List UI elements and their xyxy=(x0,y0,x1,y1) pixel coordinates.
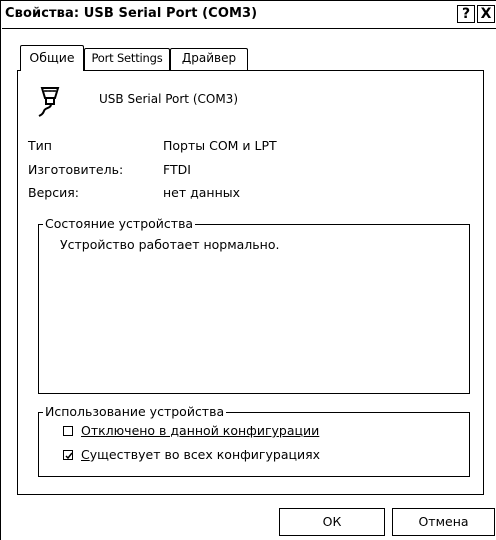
disabled-config-label: Отключено в данной конфигурации xyxy=(81,423,320,438)
device-usage-caption: Использование устройства xyxy=(43,404,227,420)
all-configs-checkbox[interactable] xyxy=(63,450,73,460)
all-configs-label-rest: уществует во всех конфигурациях xyxy=(89,447,321,462)
property-row: Тип Порты COM и LPT xyxy=(28,138,458,162)
property-value: Порты COM и LPT xyxy=(163,138,277,153)
property-value: нет данных xyxy=(163,185,241,200)
ok-button[interactable]: ОК xyxy=(279,508,385,536)
all-configs-label: Существует во всех конфигурациях xyxy=(81,447,320,463)
tab-general[interactable]: Общие xyxy=(20,45,84,71)
property-row: Версия: нет данных xyxy=(28,185,458,209)
tab-driver[interactable]: Драйвер xyxy=(170,48,248,70)
property-label: Изготовитель: xyxy=(28,161,124,177)
serial-port-icon xyxy=(38,87,60,117)
cancel-button[interactable]: Отмена xyxy=(392,508,495,536)
title-bar[interactable]: Свойства: USB Serial Port (COM3) ? X xyxy=(2,2,496,29)
properties-dialog: Свойства: USB Serial Port (COM3) ? X Общ… xyxy=(0,0,496,540)
help-button[interactable]: ? xyxy=(457,5,475,23)
device-name: USB Serial Port (COM3) xyxy=(99,92,238,106)
device-status-caption: Состояние устройства xyxy=(43,216,196,232)
close-button[interactable]: X xyxy=(477,5,495,23)
window-title: Свойства: USB Serial Port (COM3) xyxy=(5,6,258,21)
device-status-group: Состояние устройства Устройство работает… xyxy=(38,216,470,394)
property-label: Тип xyxy=(28,138,52,153)
property-label: Версия: xyxy=(28,185,79,200)
device-usage-group: Использование устройства Отключено в дан… xyxy=(38,404,470,477)
tab-port-settings[interactable]: Port Settings xyxy=(84,48,170,70)
property-value: FTDI xyxy=(163,161,191,177)
checkmark-icon xyxy=(65,452,73,460)
device-status-text: Устройство работает нормально. xyxy=(60,237,280,252)
device-properties: Тип Порты COM и LPT Изготовитель: FTDI В… xyxy=(28,138,458,209)
all-configs-label-access-key: С xyxy=(81,447,90,462)
property-row: Изготовитель: FTDI xyxy=(28,162,458,186)
disabled-config-checkbox[interactable] xyxy=(63,426,73,436)
